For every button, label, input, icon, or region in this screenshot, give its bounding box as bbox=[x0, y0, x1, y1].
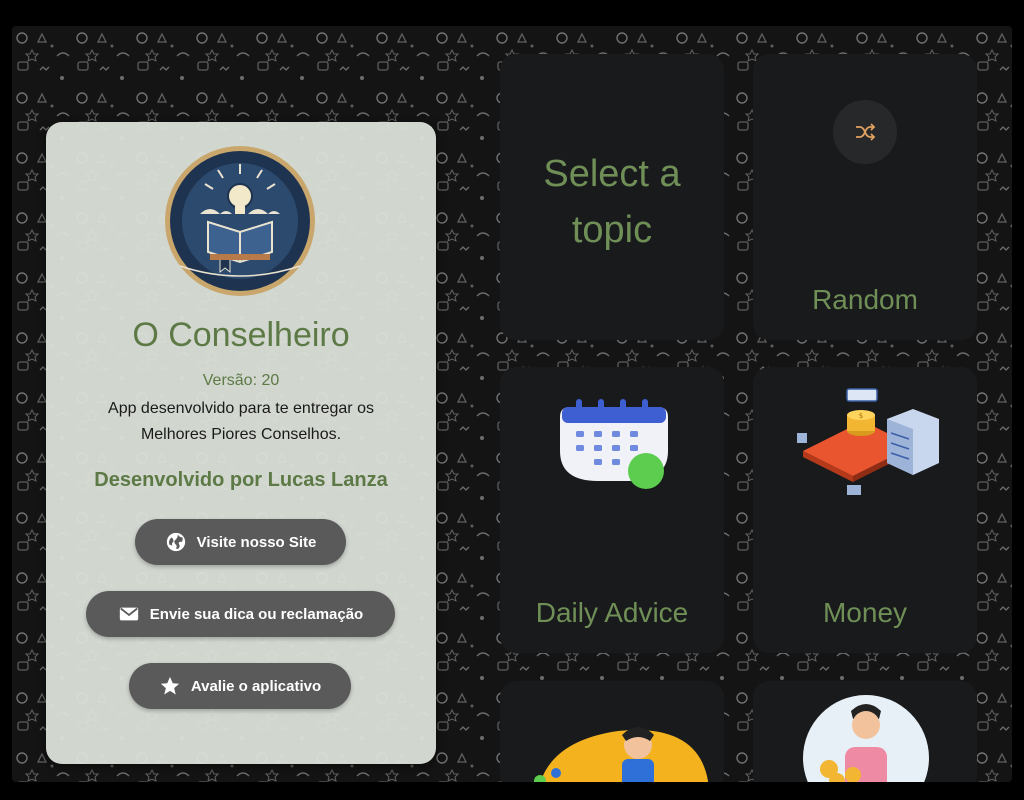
topic-tile[interactable] bbox=[500, 681, 724, 782]
shuffle-icon bbox=[856, 123, 876, 141]
app-logo bbox=[165, 146, 315, 296]
topic-illustration bbox=[534, 727, 708, 782]
daily-advice-tile[interactable]: Daily Advice bbox=[500, 367, 724, 653]
description-line: Melhores Piores Conselhos. bbox=[140, 426, 342, 443]
random-topic-tile[interactable]: Random bbox=[753, 54, 977, 340]
rate-app-label: Avalie o aplicativo bbox=[190, 677, 322, 695]
send-feedback-button[interactable]: Envie sua dica ou reclamação bbox=[86, 591, 395, 637]
developer-credit: Desenvolvido por Lucas Lanza bbox=[94, 469, 388, 491]
rate-app-button[interactable]: Avalie o aplicativo bbox=[129, 663, 351, 709]
calendar-icon bbox=[560, 399, 668, 489]
svg-text:$: $ bbox=[859, 412, 863, 420]
visit-site-button[interactable]: Visite nosso Site bbox=[135, 519, 346, 565]
app-window: O Conselheiro Versão: 20 App desenvolvid… bbox=[12, 26, 1012, 782]
description-line: App desenvolvido para te entregar os bbox=[108, 400, 374, 417]
select-topic-heading: Select a topic bbox=[500, 146, 724, 258]
select-topic-tile: Select a topic bbox=[500, 54, 724, 340]
money-server-illustration: $ bbox=[797, 388, 939, 495]
visit-site-label: Visite nosso Site bbox=[196, 533, 317, 551]
random-label: Random bbox=[812, 284, 918, 315]
star-icon bbox=[160, 676, 179, 695]
app-description: App desenvolvido para te entregar os Mel… bbox=[66, 396, 416, 448]
select-topic-line: Select a bbox=[543, 153, 681, 195]
shuffle-icon-container bbox=[833, 100, 897, 164]
daily-advice-label: Daily Advice bbox=[535, 597, 689, 628]
topic-tile[interactable] bbox=[753, 681, 977, 782]
money-label: Money bbox=[822, 597, 908, 628]
about-card: O Conselheiro Versão: 20 App desenvolvid… bbox=[46, 122, 436, 764]
send-feedback-label: Envie sua dica ou reclamação bbox=[149, 605, 364, 623]
money-tile[interactable]: $ Money bbox=[753, 367, 977, 653]
app-version: Versão: 20 bbox=[202, 372, 280, 389]
topic-illustration bbox=[803, 695, 929, 782]
select-topic-line: topic bbox=[571, 209, 653, 251]
globe-icon bbox=[166, 532, 185, 552]
mail-icon bbox=[119, 607, 138, 621]
app-name: O Conselheiro bbox=[132, 316, 350, 354]
